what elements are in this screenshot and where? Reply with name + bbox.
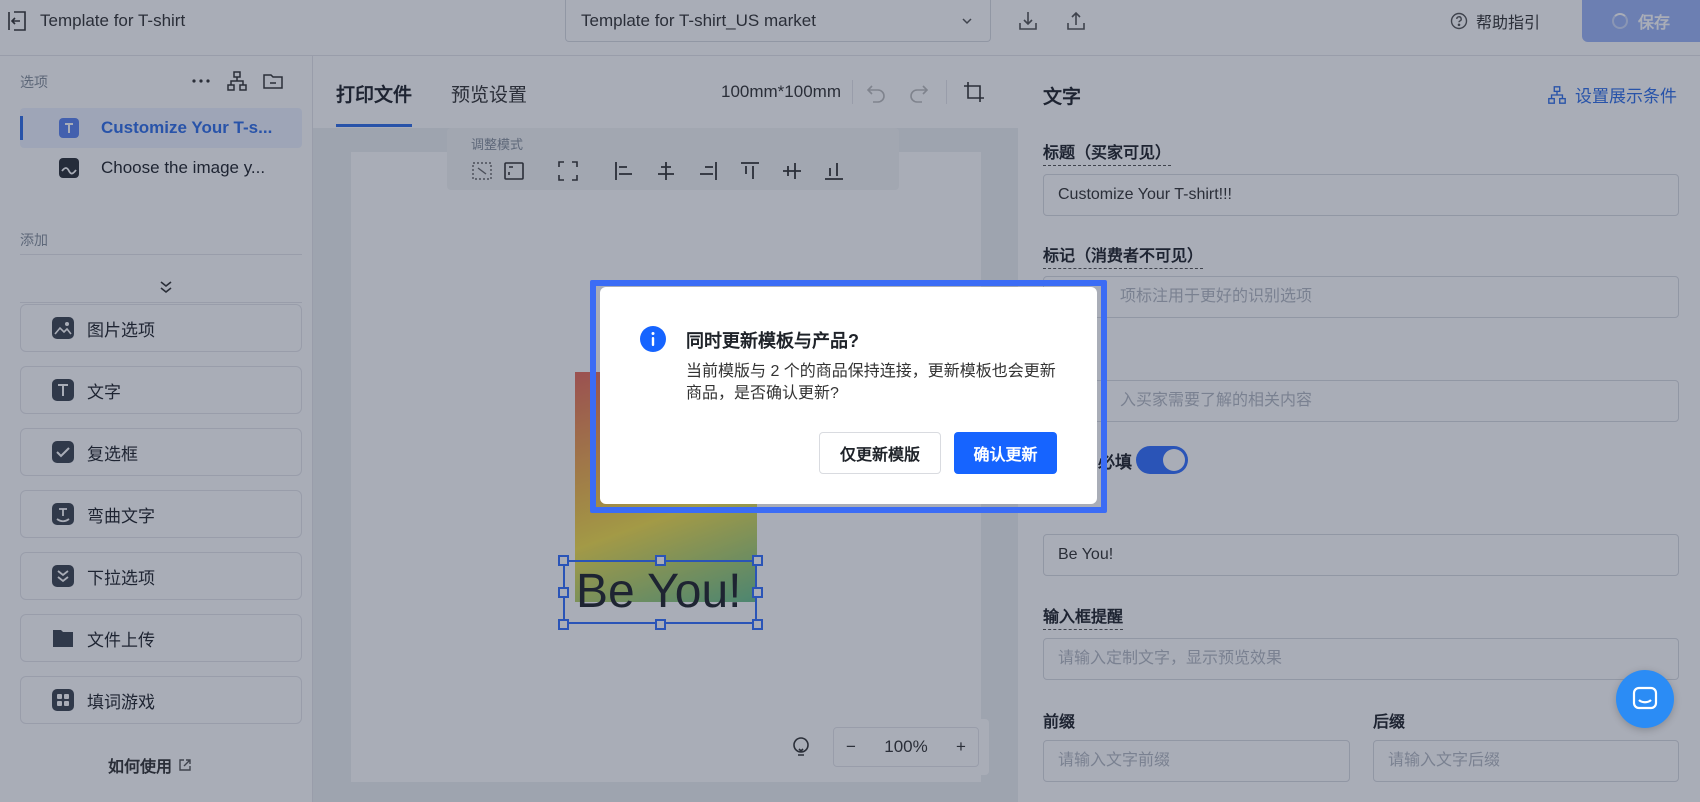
- confirm-dialog: 同时更新模板与产品? 当前模版与 2 个的商品保持连接，更新模板也会更新商品，是…: [600, 287, 1097, 504]
- info-icon: [640, 326, 666, 352]
- dialog-message: 当前模版与 2 个的商品保持连接，更新模板也会更新商品，是否确认更新?: [686, 363, 1056, 402]
- chat-icon: [1632, 686, 1658, 710]
- chat-support-button[interactable]: [1616, 670, 1674, 728]
- update-template-only-button[interactable]: 仅更新模版: [819, 432, 941, 474]
- confirm-update-button[interactable]: 确认更新: [954, 432, 1057, 474]
- dialog-title: 同时更新模板与产品?: [686, 331, 859, 351]
